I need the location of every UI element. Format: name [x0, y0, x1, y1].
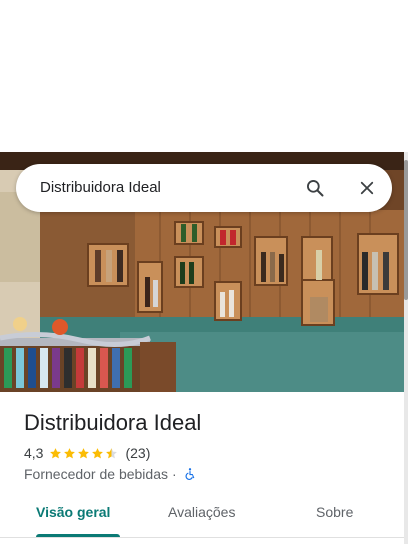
tabs-divider	[0, 537, 404, 538]
rating-row[interactable]: 4,3 (23)	[24, 444, 150, 462]
place-category[interactable]: Fornecedor de bebidas	[24, 466, 168, 482]
search-input[interactable]: Distribuidora Ideal	[40, 179, 161, 196]
scrollbar-thumb[interactable]	[404, 160, 408, 300]
separator: ·	[172, 466, 177, 482]
search-icon[interactable]	[301, 174, 329, 202]
tab-about[interactable]: Sobre	[316, 504, 353, 520]
search-bar[interactable]: Distribuidora Ideal	[16, 164, 392, 212]
map-area-blank	[0, 0, 408, 152]
star-full-icon	[78, 447, 90, 458]
star-half-icon	[106, 447, 118, 458]
review-count[interactable]: (23)	[125, 445, 150, 461]
rating-stars	[49, 447, 119, 460]
tab-overview[interactable]: Visão geral	[36, 504, 110, 520]
tab-reviews[interactable]: Avaliações	[168, 504, 235, 520]
close-icon[interactable]	[353, 174, 381, 202]
star-full-icon	[50, 447, 62, 458]
wheelchair-accessible-icon	[185, 468, 195, 480]
star-full-icon	[64, 447, 76, 458]
place-name: Distribuidora Ideal	[24, 410, 202, 435]
category-row: Fornecedor de bebidas ·	[24, 465, 197, 483]
place-tabs: Visão geral Avaliações Sobre	[0, 494, 404, 544]
star-full-icon	[92, 447, 104, 458]
rating-value: 4,3	[24, 445, 44, 461]
